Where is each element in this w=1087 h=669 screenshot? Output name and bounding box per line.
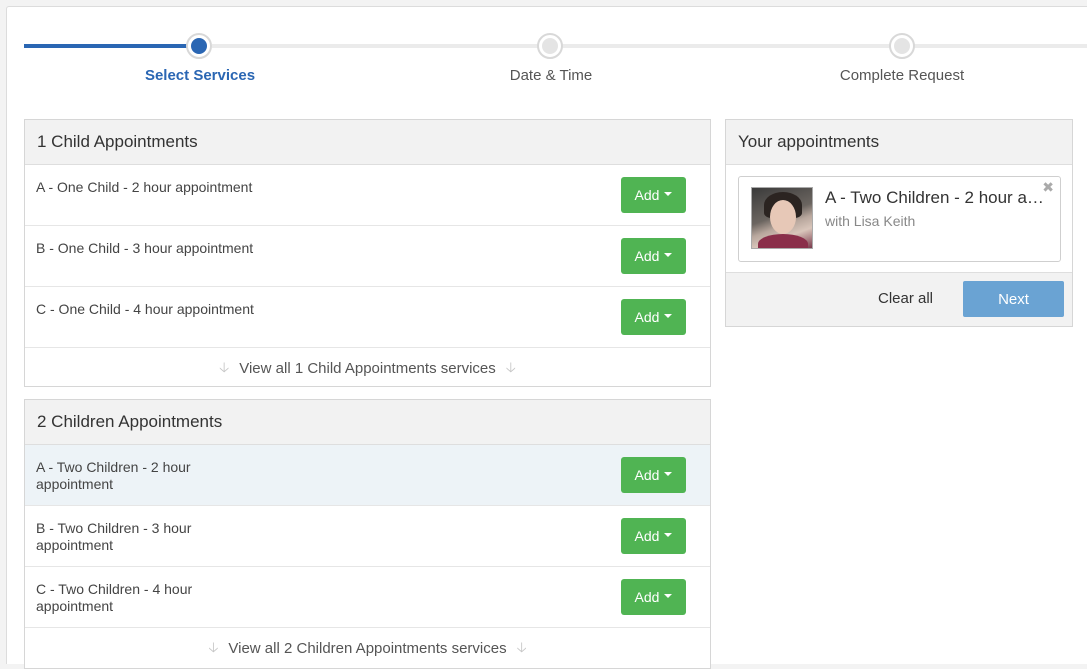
service-group-2-children: 2 Children Appointments A - Two Children… [24, 399, 711, 669]
service-group-1-child: 1 Child Appointments A - One Child - 2 h… [24, 119, 711, 387]
appointments-footer: Clear all Next [726, 272, 1072, 326]
service-row: C - Two Children - 4 hour appointment Ad… [25, 567, 710, 628]
service-name: B - Two Children - 3 hour appointment [36, 520, 192, 553]
add-service-button[interactable]: Add [621, 299, 686, 335]
add-button-label: Add [634, 528, 660, 544]
service-row: C - One Child - 4 hour appointment Add [25, 287, 710, 348]
appointment-title: A - Two Children - 2 hour appointment [825, 188, 1045, 207]
progress-track-remaining [212, 44, 1087, 48]
view-all-services-link[interactable]: 🡣 View all 2 Children Appointments servi… [25, 628, 710, 669]
add-button-label: Add [634, 187, 660, 203]
service-name: A - One Child - 2 hour appointment [36, 179, 253, 195]
add-service-button[interactable]: Add [621, 238, 686, 274]
close-icon[interactable]: ✖ [1042, 179, 1054, 196]
view-all-label: View all 1 Child Appointments services [239, 360, 496, 377]
service-row: A - Two Children - 2 hour appointment Ad… [25, 445, 710, 506]
caret-down-icon [664, 471, 673, 476]
arrow-down-icon: 🡣 [516, 638, 527, 655]
step-dot-complete-request [889, 33, 915, 59]
your-appointments-panel: Your appointments A - Two Children - 2 h… [725, 119, 1073, 327]
service-row: B - Two Children - 3 hour appointment Ad… [25, 506, 710, 567]
progress-stepper: Select Services Date & Time Complete Req… [0, 0, 1087, 100]
add-button-label: Add [634, 309, 660, 325]
add-service-button[interactable]: Add [621, 518, 686, 554]
add-service-button[interactable]: Add [621, 579, 686, 615]
step-label-complete-request: Complete Request [839, 67, 965, 84]
view-all-label: View all 2 Children Appointments service… [228, 640, 507, 657]
add-button-label: Add [634, 589, 660, 605]
add-service-button[interactable]: Add [621, 457, 686, 493]
next-button[interactable]: Next [963, 281, 1064, 317]
service-name: C - Two Children - 4 hour appointment [36, 581, 193, 614]
service-name: A - Two Children - 2 hour appointment [36, 459, 191, 492]
service-group-title: 2 Children Appointments [25, 400, 710, 445]
appointment-staff: with Lisa Keith [825, 213, 916, 229]
progress-track-complete [24, 44, 188, 48]
appointment-card: A - Two Children - 2 hour appointment wi… [738, 176, 1061, 262]
caret-down-icon [664, 191, 673, 196]
caret-down-icon [664, 532, 673, 537]
step-dot-select-services [186, 33, 212, 59]
add-button-label: Add [634, 467, 660, 483]
step-dot-date-time [537, 33, 563, 59]
arrow-down-icon: 🡣 [208, 638, 219, 655]
caret-down-icon [664, 593, 673, 598]
avatar [751, 187, 813, 249]
service-row: B - One Child - 3 hour appointment Add [25, 226, 710, 287]
add-service-button[interactable]: Add [621, 177, 686, 213]
service-name: B - One Child - 3 hour appointment [36, 240, 254, 256]
add-button-label: Add [634, 248, 660, 264]
clear-all-link[interactable]: Clear all [878, 290, 933, 307]
view-all-services-link[interactable]: 🡣 View all 1 Child Appointments services… [25, 348, 710, 389]
service-name: C - One Child - 4 hour appointment [36, 301, 254, 317]
service-row: A - One Child - 2 hour appointment Add [25, 165, 710, 226]
step-label-select-services: Select Services [144, 67, 256, 84]
arrow-down-icon: 🡣 [219, 358, 230, 375]
caret-down-icon [664, 252, 673, 257]
service-group-title: 1 Child Appointments [25, 120, 710, 165]
arrow-down-icon: 🡣 [505, 358, 516, 375]
caret-down-icon [664, 313, 673, 318]
step-label-date-time: Date & Time [509, 67, 593, 84]
your-appointments-title: Your appointments [726, 120, 1072, 165]
